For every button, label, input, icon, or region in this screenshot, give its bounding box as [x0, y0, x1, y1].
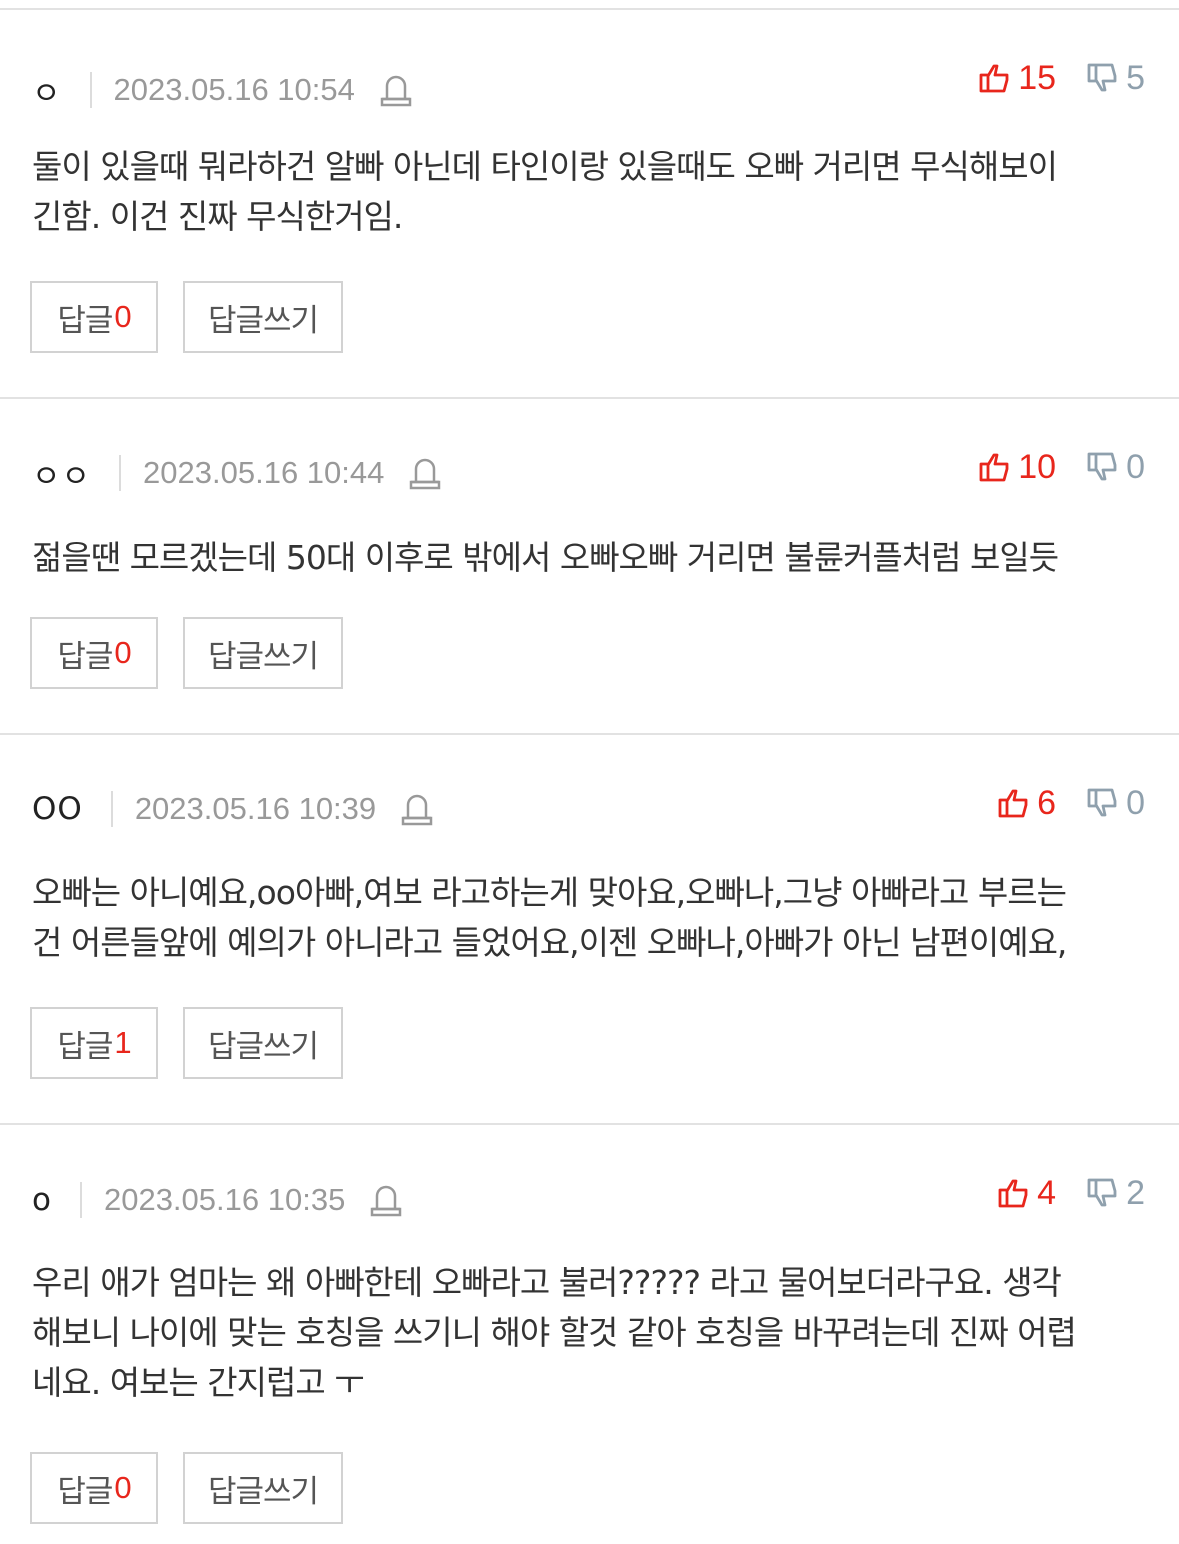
like-count: 6 — [1037, 783, 1057, 822]
comment-date: 2023.05.16 10:39 — [134, 791, 377, 826]
comment-meta: OO 2023.05.16 10:39 — [32, 787, 434, 831]
like-button[interactable]: 15 — [978, 59, 1056, 98]
comment-author[interactable]: OO — [32, 791, 83, 827]
comment-item: o 2023.05.16 10:35 4 2 우리 애가 엄마는 왜 아빠한테 … — [0, 1123, 1179, 1544]
like-count: 10 — [1018, 447, 1057, 486]
comment-text-line: 우리 애가 엄마는 왜 아빠한테 오빠라고 불러????? 라고 물어보더라구요… — [32, 1263, 1062, 1302]
siren-icon[interactable] — [400, 791, 434, 827]
meta-divider — [119, 455, 122, 491]
like-button[interactable]: 6 — [997, 784, 1056, 823]
reply-count-button[interactable]: 답글 0 — [30, 617, 158, 689]
thumbs-up-icon — [979, 64, 1009, 93]
comment-body: 우리 애가 엄마는 왜 아빠한테 오빠라고 불러????? 라고 물어보더라구요… — [32, 1258, 1149, 1408]
vote-group: 15 5 — [978, 56, 1145, 100]
write-reply-button[interactable]: 답글쓰기 — [183, 1452, 343, 1524]
dislike-count: 0 — [1126, 447, 1145, 486]
comment-text-line: 네요. 여보는 간지럽고 ㅜ — [32, 1363, 365, 1402]
comment-meta: o 2023.05.16 10:35 — [32, 1178, 403, 1222]
siren-icon[interactable] — [379, 72, 413, 108]
reply-count: 0 — [114, 1470, 131, 1505]
vote-group: 4 2 — [997, 1171, 1145, 1215]
meta-divider — [110, 791, 113, 827]
comment-author[interactable]: o — [32, 1182, 52, 1218]
dislike-button[interactable]: 2 — [1086, 1174, 1145, 1213]
comment-body: 오빠는 아니예요,oo아빠,여보 라고하는게 맞아요,오빠나,그냥 아빠라고 부… — [32, 868, 1149, 968]
comment-author[interactable]: ㅇ — [32, 68, 62, 113]
thumbs-up-icon — [998, 1179, 1028, 1208]
thumbs-up-icon — [979, 453, 1009, 482]
like-button[interactable]: 10 — [978, 448, 1056, 487]
dislike-button[interactable]: 0 — [1086, 448, 1145, 487]
thumbs-up-icon — [998, 789, 1028, 818]
reply-count-button[interactable]: 답글 1 — [30, 1007, 158, 1079]
reply-count-button[interactable]: 답글 0 — [30, 1452, 158, 1524]
comment-date: 2023.05.16 10:44 — [143, 455, 385, 490]
comment-author[interactable]: ㅇㅇ — [32, 451, 91, 496]
comment-text-line: 오빠는 아니예요,oo아빠,여보 라고하는게 맞아요,오빠나,그냥 아빠라고 부… — [32, 873, 1067, 912]
comment-text-line: 해보니 나이에 맞는 호칭을 쓰기니 해야 할것 같아 호칭을 바꾸려는데 진짜… — [32, 1313, 1077, 1352]
dislike-count: 0 — [1126, 783, 1145, 822]
siren-icon[interactable] — [369, 1182, 403, 1218]
dislike-button[interactable]: 5 — [1086, 59, 1145, 98]
reply-label: 답글 — [57, 302, 113, 339]
dislike-button[interactable]: 0 — [1086, 784, 1145, 823]
comment-body: 젊을땐 모르겠는데 50대 이후로 밖에서 오빠오빠 거리면 불륜커플처럼 보일… — [32, 533, 1149, 583]
thumbs-down-icon — [1087, 788, 1117, 817]
dislike-count: 5 — [1126, 58, 1145, 97]
thumbs-down-icon — [1087, 452, 1117, 481]
comment-date: 2023.05.16 10:35 — [103, 1182, 346, 1217]
write-reply-button[interactable]: 답글쓰기 — [183, 617, 343, 689]
vote-group: 10 0 — [978, 445, 1145, 489]
reply-label: 답글 — [57, 1028, 113, 1065]
comment-text-line: 긴함. 이건 진짜 무식한거임. — [32, 197, 403, 236]
comment-date: 2023.05.16 10:54 — [113, 72, 355, 107]
siren-icon[interactable] — [408, 455, 442, 491]
comment-item: OO 2023.05.16 10:39 6 0 오빠는 아니예요,oo아빠,여보… — [0, 733, 1179, 1124]
like-count: 15 — [1018, 58, 1057, 97]
comment-text-line: 건 어른들앞에 예의가 아니라고 들었어요,이젠 오빠나,아빠가 아닌 남편이예… — [32, 923, 1067, 962]
thumbs-down-icon — [1087, 1178, 1117, 1207]
thumbs-down-icon — [1087, 63, 1117, 92]
comment-item: ㅇ 2023.05.16 10:54 15 5 둘이 있을때 뭐라하건 알빠 아… — [0, 8, 1179, 398]
comment-text-line: 젊을땐 모르겠는데 50대 이후로 밖에서 오빠오빠 거리면 불륜커플처럼 보일… — [32, 538, 1059, 577]
reply-label: 답글 — [57, 1473, 113, 1510]
comment-item: ㅇㅇ 2023.05.16 10:44 10 0 젊을땐 모르겠는데 50대 이… — [0, 397, 1179, 734]
comment-body: 둘이 있을때 뭐라하건 알빠 아닌데 타인이랑 있을때도 오빠 거리면 무식해보… — [32, 142, 1149, 242]
comment-meta: ㅇ 2023.05.16 10:54 — [32, 68, 413, 112]
like-button[interactable]: 4 — [997, 1174, 1056, 1213]
like-count: 4 — [1037, 1173, 1057, 1212]
dislike-count: 2 — [1126, 1173, 1145, 1212]
reply-count-button[interactable]: 답글 0 — [30, 281, 158, 353]
write-reply-button[interactable]: 답글쓰기 — [183, 281, 343, 353]
vote-group: 6 0 — [997, 781, 1145, 825]
meta-divider — [79, 1182, 82, 1218]
reply-count: 0 — [114, 635, 131, 670]
reply-count: 1 — [114, 1025, 131, 1060]
reply-count: 0 — [114, 299, 131, 334]
meta-divider — [89, 72, 92, 108]
write-reply-button[interactable]: 답글쓰기 — [183, 1007, 343, 1079]
comment-text-line: 둘이 있을때 뭐라하건 알빠 아닌데 타인이랑 있을때도 오빠 거리면 무식해보… — [32, 147, 1058, 186]
comment-meta: ㅇㅇ 2023.05.16 10:44 — [32, 451, 442, 495]
reply-label: 답글 — [57, 638, 113, 675]
